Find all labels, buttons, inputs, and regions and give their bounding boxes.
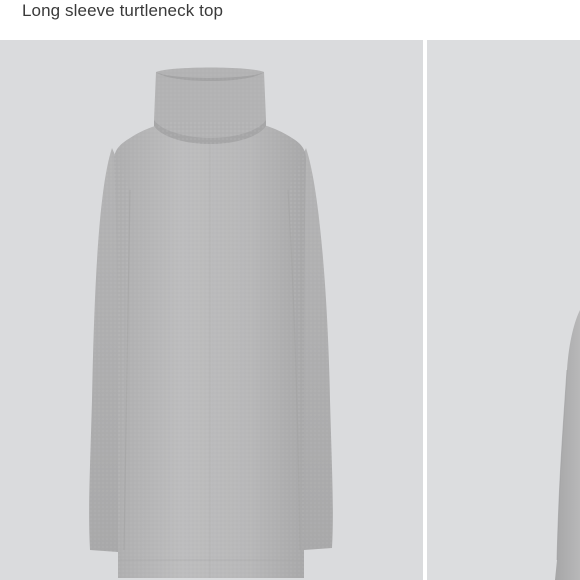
gallery-image-main[interactable] [0, 40, 423, 580]
product-image-gallery[interactable] [0, 40, 580, 580]
turtleneck-top-image-partial [555, 310, 580, 580]
product-title: Long sleeve turtleneck top [22, 1, 224, 20]
gallery-image-next[interactable] [427, 40, 580, 580]
turtleneck-top-image [89, 67, 333, 578]
product-page: Long sleeve turtleneck top [0, 0, 580, 580]
title-bar: Long sleeve turtleneck top [0, 0, 580, 40]
